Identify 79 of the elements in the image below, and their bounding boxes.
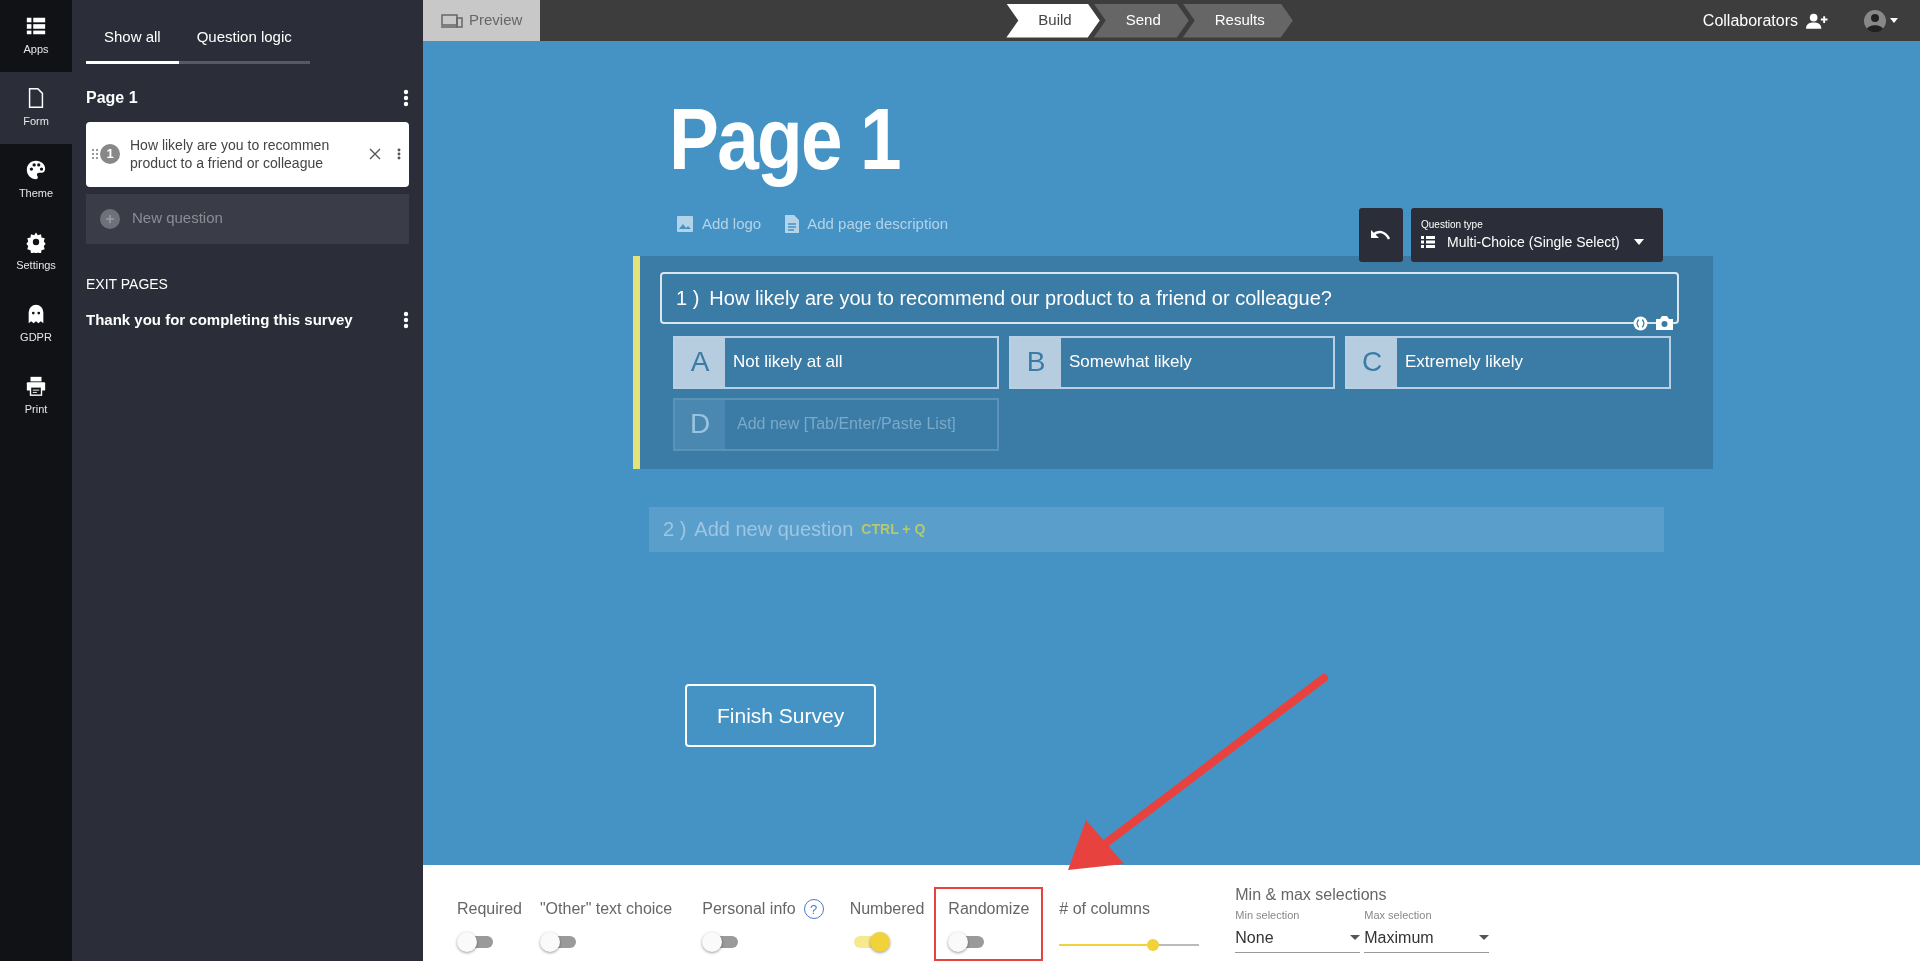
rail-item[interactable]: Form	[0, 72, 72, 144]
toggle-label: Randomize	[948, 899, 1030, 919]
preview-button[interactable]: Preview	[423, 0, 541, 41]
caret-icon	[1890, 18, 1898, 23]
question-text: product to a friend or colleague	[130, 154, 324, 172]
field-label: Min selection	[1235, 908, 1301, 923]
image-icon	[676, 215, 694, 234]
rail-item[interactable]: Theme	[0, 144, 72, 216]
close-button[interactable]	[369, 148, 381, 160]
toggle-label: Personal info	[702, 899, 796, 919]
option-letter: A	[675, 337, 725, 387]
section-heading: EXIT PAGES	[86, 274, 169, 294]
input-field[interactable]: Add new [Tab/Enter/Paste List]	[725, 399, 997, 449]
question-text: How likely are you to recommend our product to a friend or colleague?	[709, 285, 1332, 311]
question-number: 1	[100, 144, 120, 164]
step-tab[interactable]: Build	[1006, 3, 1100, 38]
collaborators-button[interactable]: Collaborators	[1696, 7, 1834, 34]
drag-handle-icon	[92, 149, 98, 159]
field-label: Question type	[1421, 217, 1484, 232]
section-title: Min & max selections	[1235, 885, 1388, 905]
more-button[interactable]	[397, 148, 401, 160]
exit-page-title: Thank you for completing this survey	[86, 309, 353, 330]
toggle-switch[interactable]	[702, 931, 739, 951]
caret-icon	[1633, 239, 1644, 245]
rail-item[interactable]: Apps	[0, 0, 72, 72]
question-type-value: Multi-Choice (Single Select)	[1447, 232, 1620, 252]
avatar-icon	[1864, 9, 1886, 32]
step-tab[interactable]: Send	[1093, 3, 1189, 38]
add-person-icon	[1806, 12, 1828, 29]
step-tab[interactable]: Results	[1182, 3, 1293, 38]
list-icon	[1421, 236, 1435, 248]
slider-label: # of columns	[1059, 899, 1150, 919]
more-button[interactable]	[403, 310, 409, 329]
question-card[interactable]: 1 How likely are you to recommen product to a friend or colleague	[86, 121, 409, 187]
palette-icon	[25, 158, 47, 181]
option-letter: B	[1011, 337, 1061, 387]
rail-item[interactable]: Print	[0, 360, 72, 432]
code-icon	[1633, 315, 1648, 331]
question-number: 1 )	[676, 285, 700, 311]
more-icon	[403, 88, 409, 107]
option-text: Extremely likely	[1404, 351, 1524, 374]
tab[interactable]: Show all	[86, 14, 179, 64]
tab[interactable]: Question logic	[178, 14, 310, 64]
question-type-dropdown[interactable]: Question type Multi-Choice (Single Select)	[1411, 207, 1663, 262]
option-letter: C	[1347, 337, 1397, 387]
caret-icon	[1479, 935, 1490, 940]
camera-icon	[1656, 315, 1673, 330]
undo-icon	[1371, 227, 1391, 242]
question-field[interactable]: 1 ) How likely are you to recommend our product to a friend or colleague?	[660, 271, 1679, 324]
page-title: Page 1	[86, 87, 138, 108]
toggle-switch[interactable]	[539, 931, 576, 951]
max-selection-dropdown[interactable]: Maximum	[1364, 923, 1490, 953]
rail-item[interactable]: GDPR	[0, 288, 72, 360]
rail-item[interactable]: Settings	[0, 216, 72, 288]
toggle-switch[interactable]	[457, 931, 493, 951]
question-text: How likely are you to recommen	[130, 136, 331, 154]
gear-icon	[25, 230, 47, 253]
caret-icon	[1350, 935, 1361, 940]
plus-icon	[100, 208, 120, 229]
option-text: Somewhat likely	[1068, 351, 1192, 374]
close-icon	[369, 148, 381, 160]
toggle-label: "Other" text choice	[539, 899, 673, 919]
undo-button[interactable]	[1359, 207, 1403, 262]
answer-option[interactable]: B Somewhat likely	[1009, 335, 1335, 389]
printer-icon	[25, 374, 47, 397]
toggle-label: Required	[457, 899, 522, 919]
answer-option[interactable]: C Extremely likely	[1345, 335, 1671, 389]
document-icon	[785, 215, 800, 234]
more-button[interactable]	[403, 88, 409, 107]
more-icon	[403, 310, 409, 329]
toggle-switch[interactable]	[948, 931, 985, 951]
more-icon	[397, 148, 401, 160]
answer-option[interactable]: A Not likely at all	[673, 335, 999, 389]
devices-icon	[441, 12, 463, 29]
option-text: Not likely at all	[732, 351, 843, 374]
field-label: Max selection	[1364, 908, 1433, 923]
min-selection-dropdown[interactable]: None	[1235, 923, 1361, 953]
option-letter: D	[675, 399, 725, 449]
toggle-label: Numbered	[849, 899, 925, 919]
